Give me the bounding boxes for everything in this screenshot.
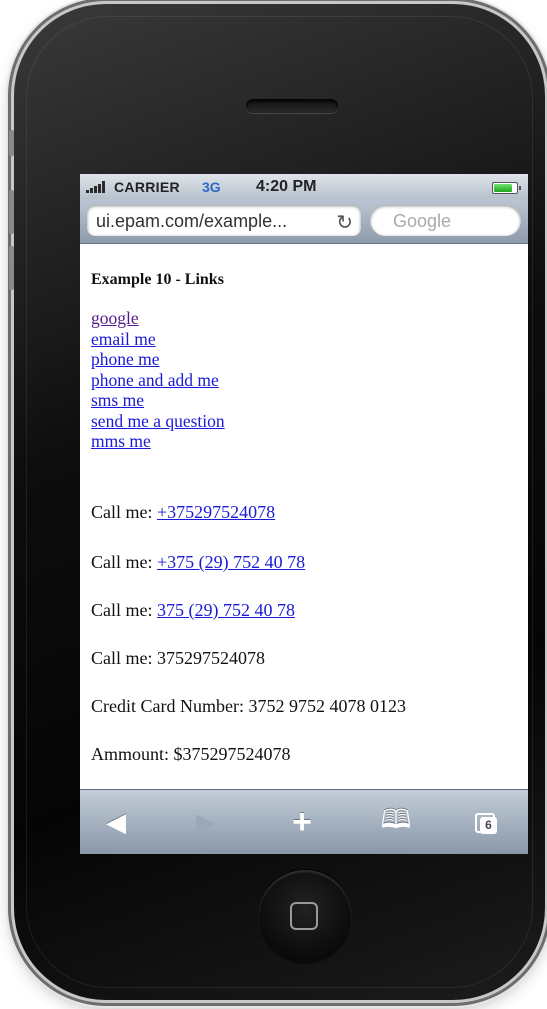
- amount-line: Ammount: $375297524078: [91, 744, 291, 765]
- call-label: Call me:: [91, 600, 153, 620]
- forward-button[interactable]: ▶: [176, 790, 236, 854]
- link-email-me[interactable]: email me: [91, 329, 225, 350]
- call-line-2: Call me: +375 (29) 752 40 78: [91, 552, 305, 573]
- browser-toolbar: ◀ ▶ + 🕮︎ 6: [80, 789, 528, 854]
- clock: 4:20 PM: [256, 178, 317, 195]
- call-line-4: Call me: 375297524078: [91, 648, 265, 669]
- bookmarks-button[interactable]: 🕮︎: [366, 790, 426, 854]
- volume-down-button[interactable]: [9, 246, 14, 290]
- page-content: Example 10 - Links google email me phone…: [80, 244, 528, 789]
- link-sms-me[interactable]: sms me: [91, 390, 225, 411]
- call-label: Call me:: [91, 648, 153, 668]
- link-phone-and-add-me[interactable]: phone and add me: [91, 370, 225, 391]
- link-send-me-a-question[interactable]: send me a question: [91, 411, 225, 432]
- add-bookmark-button[interactable]: +: [272, 790, 332, 854]
- back-button[interactable]: ◀: [86, 790, 146, 854]
- carrier-label: CARRIER: [114, 179, 180, 195]
- search-placeholder: Google: [393, 211, 452, 231]
- bookmarks-icon: 🕮︎: [380, 803, 412, 834]
- call-label: Call me:: [91, 552, 153, 572]
- phone-link-3[interactable]: 375 (29) 752 40 78: [157, 600, 295, 620]
- battery-icon: [492, 182, 521, 194]
- add-icon: +: [292, 803, 312, 841]
- link-google[interactable]: google: [91, 308, 225, 329]
- credit-card-label: Credit Card Number:: [91, 696, 244, 716]
- page-title: Example 10 - Links: [91, 271, 224, 288]
- network-label: 3G: [202, 179, 221, 195]
- speaker-grille: [246, 99, 338, 113]
- status-bar: CARRIER 3G 4:20 PM: [80, 174, 528, 199]
- screen: CARRIER 3G 4:20 PM ui.epam.com/example..…: [80, 174, 528, 854]
- pages-button[interactable]: 6: [456, 790, 516, 854]
- volume-up-button[interactable]: [9, 190, 14, 234]
- reload-icon[interactable]: ↻: [336, 210, 353, 235]
- link-list: google email me phone me phone and add m…: [91, 308, 225, 452]
- search-input[interactable]: Google: [370, 205, 521, 236]
- phone-link-1[interactable]: +375297524078: [157, 502, 275, 522]
- pages-icon: 6: [475, 812, 497, 834]
- home-square-icon: [290, 902, 318, 930]
- url-field[interactable]: ui.epam.com/example... ↻: [87, 205, 361, 236]
- link-phone-me[interactable]: phone me: [91, 349, 225, 370]
- phone-link-2[interactable]: +375 (29) 752 40 78: [157, 552, 305, 572]
- mute-switch[interactable]: [9, 130, 14, 156]
- call-label: Call me:: [91, 502, 153, 522]
- url-text: ui.epam.com/example...: [96, 211, 288, 231]
- phone-frame: CARRIER 3G 4:20 PM ui.epam.com/example..…: [14, 4, 545, 1000]
- link-mms-me[interactable]: mms me: [91, 431, 225, 452]
- call-line-1: Call me: +375297524078: [91, 502, 275, 523]
- phone-plain: 375297524078: [157, 648, 265, 668]
- call-line-3: Call me: 375 (29) 752 40 78: [91, 600, 295, 621]
- address-bar: ui.epam.com/example... ↻ Google: [80, 199, 528, 244]
- amount-value: $375297524078: [173, 744, 291, 764]
- tabs-count: 6: [480, 816, 497, 834]
- home-button[interactable]: [258, 870, 352, 964]
- signal-icon: [86, 181, 105, 193]
- back-icon: ◀: [106, 807, 126, 837]
- credit-card-line: Credit Card Number: 3752 9752 4078 0123: [91, 696, 406, 717]
- forward-icon: ▶: [196, 807, 216, 837]
- credit-card-value: 3752 9752 4078 0123: [248, 696, 406, 716]
- amount-label: Ammount:: [91, 744, 170, 764]
